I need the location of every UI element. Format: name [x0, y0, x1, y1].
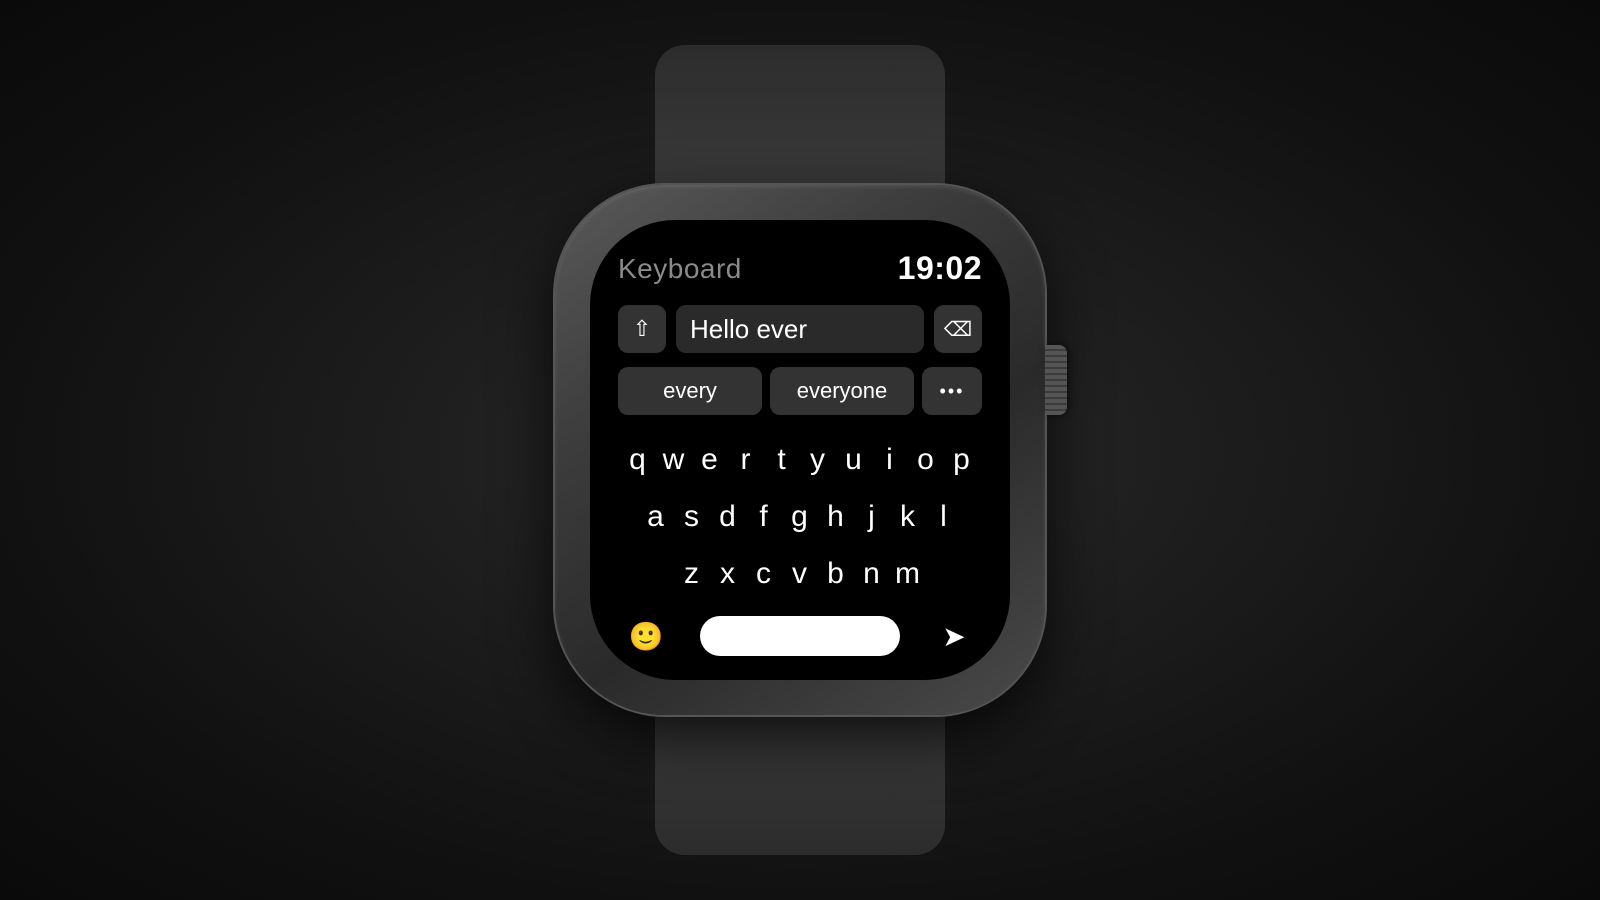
key-w[interactable]: w [656, 436, 692, 484]
screen-title: Keyboard [618, 253, 742, 285]
delete-icon: ⌫ [944, 317, 972, 342]
text-input-value: Hello ever [690, 314, 807, 345]
keyboard-area: q w e r t y u i o p [618, 431, 982, 602]
emoji-icon: 🙂 [629, 620, 664, 653]
key-d[interactable]: d [710, 493, 746, 541]
background: Keyboard 19:02 ⇧ Hello ever [0, 0, 1600, 900]
watch-crown[interactable] [1045, 345, 1067, 415]
watch-body: Keyboard 19:02 ⇧ Hello ever [555, 185, 1045, 715]
key-j[interactable]: j [854, 493, 890, 541]
key-g[interactable]: g [782, 493, 818, 541]
watch-case: Keyboard 19:02 ⇧ Hello ever [555, 185, 1045, 715]
keyboard-row-2: a s d f g h j k l [618, 493, 982, 541]
key-v[interactable]: v [782, 550, 818, 598]
key-n[interactable]: n [854, 550, 890, 598]
send-button[interactable]: ➤ [930, 612, 978, 660]
key-y[interactable]: y [800, 436, 836, 484]
key-s[interactable]: s [674, 493, 710, 541]
text-input-field[interactable]: Hello ever [676, 305, 924, 353]
watch: Keyboard 19:02 ⇧ Hello ever [555, 45, 1045, 855]
screen-time: 19:02 [898, 250, 982, 287]
key-o[interactable]: o [908, 436, 944, 484]
shift-button[interactable]: ⇧ [618, 305, 666, 353]
more-dots-icon: ••• [940, 381, 965, 402]
autocomplete-everyone-label: everyone [797, 378, 888, 404]
keyboard-row-3: z x c v b n m [618, 550, 982, 598]
key-c[interactable]: c [746, 550, 782, 598]
key-p[interactable]: p [944, 436, 980, 484]
space-bar-button[interactable] [700, 616, 900, 656]
emoji-button[interactable]: 🙂 [622, 612, 670, 660]
key-q[interactable]: q [620, 436, 656, 484]
delete-button[interactable]: ⌫ [934, 305, 982, 353]
key-x[interactable]: x [710, 550, 746, 598]
key-b[interactable]: b [818, 550, 854, 598]
key-l[interactable]: l [926, 493, 962, 541]
key-h[interactable]: h [818, 493, 854, 541]
key-u[interactable]: u [836, 436, 872, 484]
screen-header: Keyboard 19:02 [618, 250, 982, 287]
autocomplete-every-button[interactable]: every [618, 367, 762, 415]
watch-band-top [655, 45, 945, 185]
watch-screen: Keyboard 19:02 ⇧ Hello ever [590, 220, 1010, 680]
bottom-row: 🙂 ➤ [618, 612, 982, 660]
keyboard-row-1: q w e r t y u i o p [618, 436, 982, 484]
watch-screen-bezel: Keyboard 19:02 ⇧ Hello ever [590, 220, 1010, 680]
key-e[interactable]: e [692, 436, 728, 484]
key-m[interactable]: m [890, 550, 926, 598]
autocomplete-everyone-button[interactable]: everyone [770, 367, 914, 415]
autocomplete-more-button[interactable]: ••• [922, 367, 982, 415]
input-row: ⇧ Hello ever ⌫ [618, 305, 982, 353]
shift-icon: ⇧ [633, 316, 651, 342]
key-t[interactable]: t [764, 436, 800, 484]
key-i[interactable]: i [872, 436, 908, 484]
autocomplete-row: every everyone ••• [618, 367, 982, 415]
key-a[interactable]: a [638, 493, 674, 541]
key-k[interactable]: k [890, 493, 926, 541]
autocomplete-every-label: every [663, 378, 717, 404]
key-r[interactable]: r [728, 436, 764, 484]
watch-band-bottom [655, 715, 945, 855]
send-icon: ➤ [942, 620, 965, 653]
key-f[interactable]: f [746, 493, 782, 541]
key-z[interactable]: z [674, 550, 710, 598]
